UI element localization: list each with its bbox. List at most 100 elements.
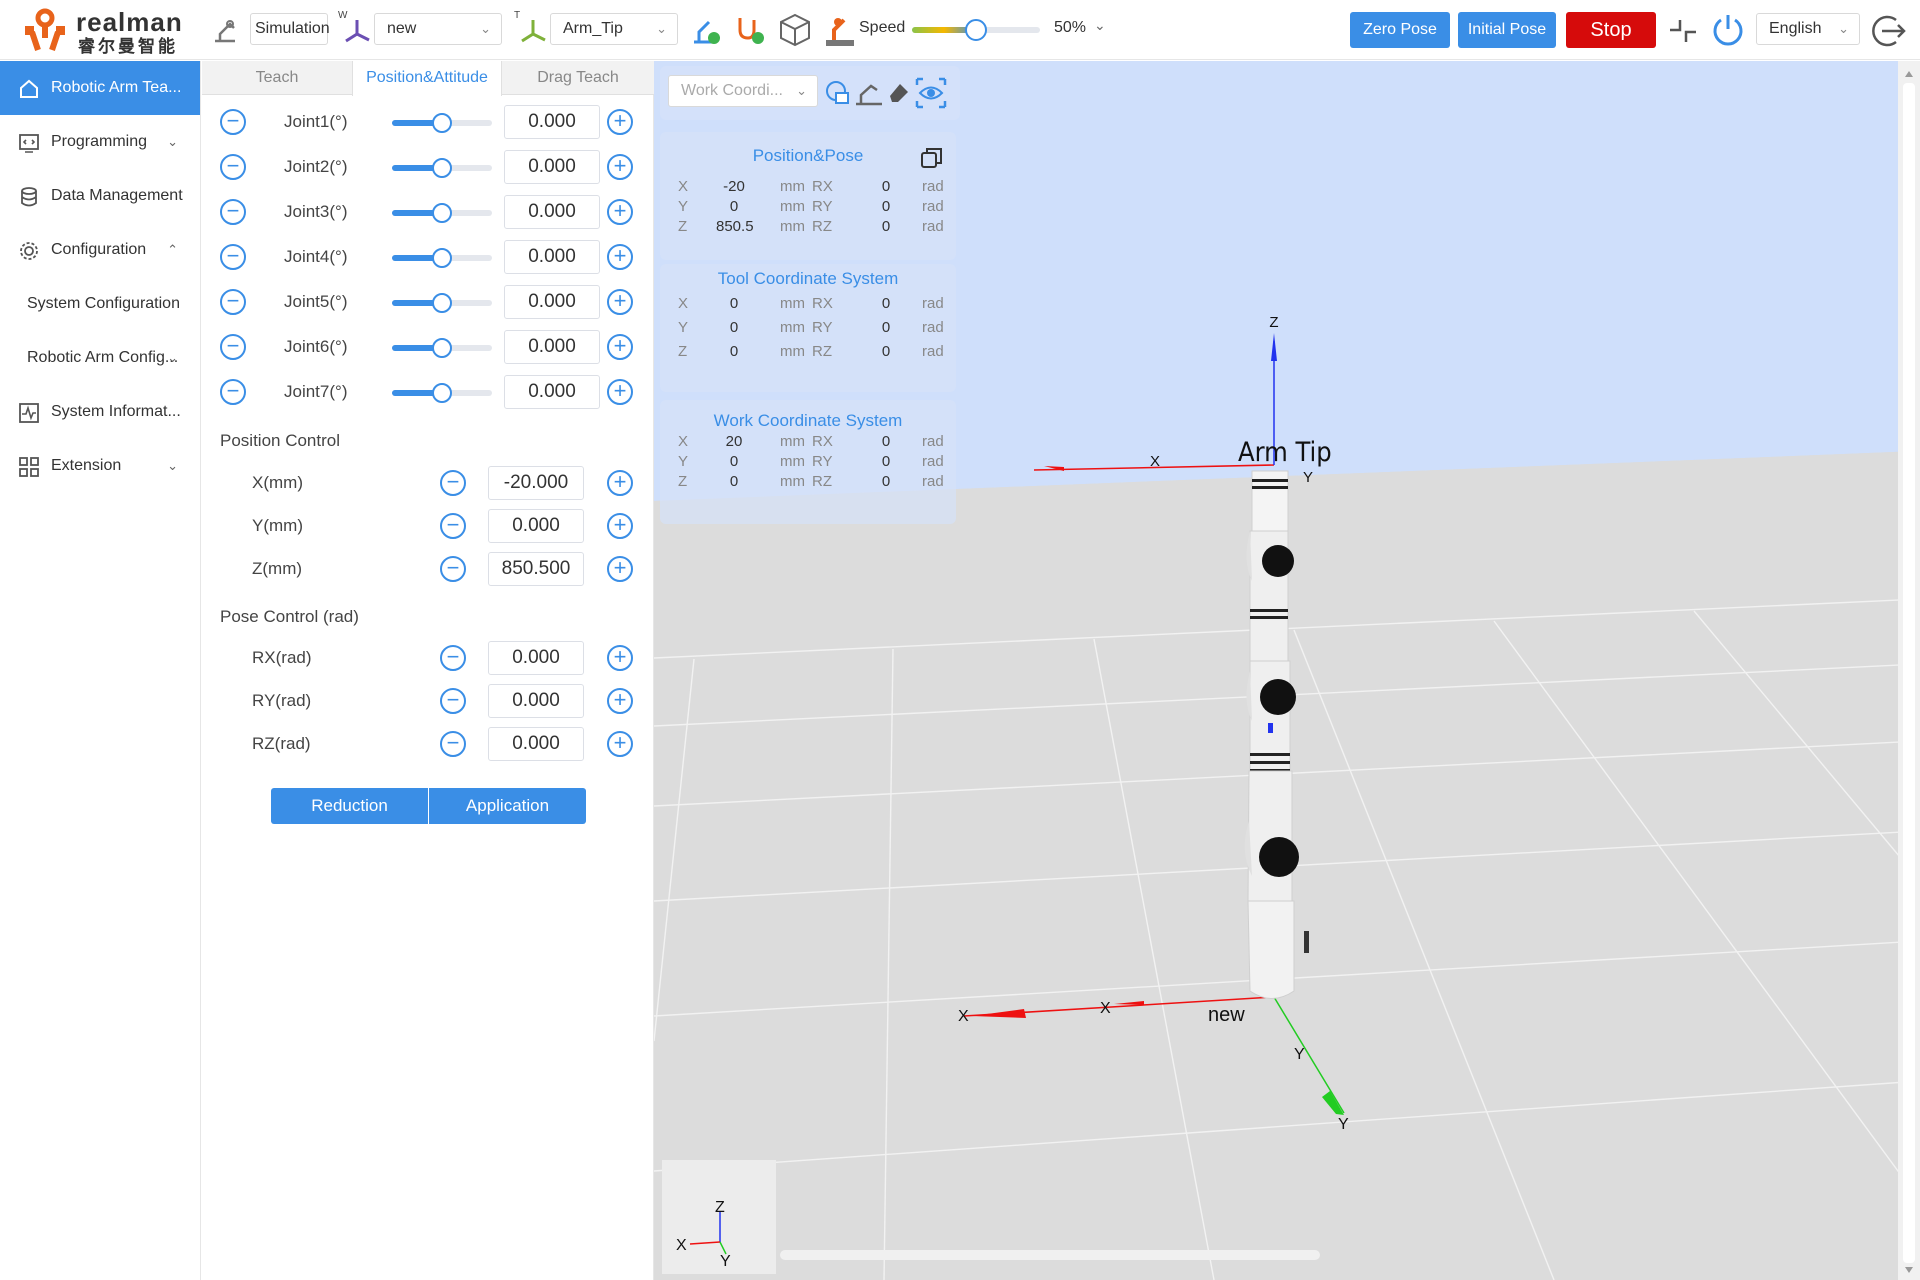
position-decrement-button[interactable]: − xyxy=(440,513,466,539)
cube-icon[interactable] xyxy=(778,12,812,48)
tab-teach[interactable]: Teach xyxy=(202,61,352,95)
joint-decrement-button[interactable]: − xyxy=(220,109,246,135)
reduction-button[interactable]: Reduction xyxy=(271,788,428,824)
joint-slider[interactable] xyxy=(392,383,492,403)
arm-view-icon[interactable] xyxy=(854,78,884,108)
stop-button[interactable]: Stop xyxy=(1566,12,1656,48)
viewport-horizontal-scrollbar[interactable] xyxy=(780,1250,1320,1260)
scroll-thumb[interactable] xyxy=(1903,83,1915,1263)
pose-increment-button[interactable]: + xyxy=(607,731,633,757)
joint-row: − Joint2(°) 0.000 + xyxy=(202,145,654,189)
pose-value-input[interactable]: 0.000 xyxy=(488,684,584,718)
position-value-input[interactable]: 850.500 xyxy=(488,552,584,586)
power-icon[interactable] xyxy=(1710,12,1746,48)
io-status-icon[interactable] xyxy=(734,14,766,46)
pose-increment-button[interactable]: + xyxy=(607,645,633,671)
joint-increment-button[interactable]: + xyxy=(607,109,633,135)
joint-value-input[interactable]: 0.000 xyxy=(504,195,600,229)
scroll-up-arrow-icon[interactable] xyxy=(1905,71,1913,77)
joint-decrement-button[interactable]: − xyxy=(220,334,246,360)
sidebar-item-extension[interactable]: Extension ⌄ xyxy=(0,439,200,493)
joint-increment-button[interactable]: + xyxy=(607,244,633,270)
collapse-icon[interactable] xyxy=(1668,16,1698,46)
joint-decrement-button[interactable]: − xyxy=(220,379,246,405)
pose-decrement-button[interactable]: − xyxy=(440,645,466,671)
copy-icon[interactable] xyxy=(920,146,944,170)
joint-increment-button[interactable]: + xyxy=(607,334,633,360)
view-toggle-icon[interactable] xyxy=(824,79,852,107)
sidebar-item-data-management[interactable]: Data Management xyxy=(0,169,200,223)
speed-slider[interactable] xyxy=(912,19,1040,41)
coordinate-system-select[interactable]: Work Coordi... ⌄ xyxy=(668,75,818,107)
joint-slider-handle[interactable] xyxy=(432,158,452,178)
joint-slider-handle[interactable] xyxy=(432,248,452,268)
tool-frame-select[interactable]: Arm_Tip ⌄ xyxy=(550,13,678,45)
joint-increment-button[interactable]: + xyxy=(607,199,633,225)
eraser-icon[interactable] xyxy=(886,80,912,106)
position-value-input[interactable]: 0.000 xyxy=(488,509,584,543)
sidebar-item-programming[interactable]: Programming ⌄ xyxy=(0,115,200,169)
joint-slider[interactable] xyxy=(392,113,492,133)
joint-value-input[interactable]: 0.000 xyxy=(504,375,600,409)
joint-slider[interactable] xyxy=(392,293,492,313)
joint-increment-button[interactable]: + xyxy=(607,379,633,405)
sidebar-item-configuration[interactable]: Configuration ⌃ xyxy=(0,223,200,277)
joint-increment-button[interactable]: + xyxy=(607,154,633,180)
tab-drag-teach[interactable]: Drag Teach xyxy=(502,61,654,95)
joint-decrement-button[interactable]: − xyxy=(220,289,246,315)
sidebar-subitem-system-configuration[interactable]: System Configuration xyxy=(0,277,200,331)
pose-value-input[interactable]: 0.000 xyxy=(488,727,584,761)
position-increment-button[interactable]: + xyxy=(607,513,633,539)
eye-icon[interactable] xyxy=(914,76,948,110)
pose-value-input[interactable]: 0.000 xyxy=(488,641,584,675)
position-increment-button[interactable]: + xyxy=(607,556,633,582)
sidebar-item-robotic-arm-teach[interactable]: Robotic Arm Tea... xyxy=(0,61,200,115)
position-increment-button[interactable]: + xyxy=(607,470,633,496)
joint-value-input[interactable]: 0.000 xyxy=(504,105,600,139)
joint-decrement-button[interactable]: − xyxy=(220,154,246,180)
joint-slider-handle[interactable] xyxy=(432,338,452,358)
joint-slider[interactable] xyxy=(392,158,492,178)
arm-status-icon[interactable] xyxy=(690,14,722,46)
joint-value-input[interactable]: 0.000 xyxy=(504,150,600,184)
pose-decrement-button[interactable]: − xyxy=(440,688,466,714)
robot-arm-icon[interactable] xyxy=(212,14,238,44)
joint-value-input[interactable]: 0.000 xyxy=(504,330,600,364)
speed-slider-handle[interactable] xyxy=(965,19,987,41)
joint-slider[interactable] xyxy=(392,203,492,223)
position-decrement-button[interactable]: − xyxy=(440,556,466,582)
tool-cs-rotation-axis-label: RY xyxy=(812,319,833,336)
joint-decrement-button[interactable]: − xyxy=(220,244,246,270)
joint-slider[interactable] xyxy=(392,248,492,268)
sidebar-item-system-information[interactable]: System Informat... xyxy=(0,385,200,439)
pose-decrement-button[interactable]: − xyxy=(440,731,466,757)
joint-slider-handle[interactable] xyxy=(432,383,452,403)
scroll-down-arrow-icon[interactable] xyxy=(1905,1267,1913,1273)
joint-slider-handle[interactable] xyxy=(432,293,452,313)
tab-position-attitude[interactable]: Position&Attitude xyxy=(352,61,502,96)
joint-label: Joint4(°) xyxy=(284,247,348,266)
joint-decrement-button[interactable]: − xyxy=(220,199,246,225)
joint-slider-handle[interactable] xyxy=(432,113,452,133)
work-frame-select[interactable]: new ⌄ xyxy=(374,13,502,45)
viewport-vertical-scrollbar[interactable] xyxy=(1898,61,1920,1280)
position-pose-rotation-unit: rad xyxy=(922,198,944,215)
application-button[interactable]: Application xyxy=(429,788,586,824)
position-decrement-button[interactable]: − xyxy=(440,470,466,496)
zero-pose-button[interactable]: Zero Pose xyxy=(1350,12,1450,48)
joint-value-input[interactable]: 0.000 xyxy=(504,240,600,274)
orientation-gizmo[interactable]: Z X Y xyxy=(662,1160,776,1274)
initial-pose-button[interactable]: Initial Pose xyxy=(1458,12,1556,48)
pose-increment-button[interactable]: + xyxy=(607,688,633,714)
work-cs-axis-label: Y xyxy=(678,453,689,470)
logout-icon[interactable] xyxy=(1870,12,1908,50)
joint-value-input[interactable]: 0.000 xyxy=(504,285,600,319)
joint-slider-handle[interactable] xyxy=(432,203,452,223)
speed-chevron-down-icon[interactable]: ⌄ xyxy=(1094,17,1106,34)
sidebar-subitem-robotic-arm-config[interactable]: Robotic Arm Config... ⌄ xyxy=(0,331,200,385)
position-value-input[interactable]: -20.000 xyxy=(488,466,584,500)
language-select[interactable]: English ⌄ xyxy=(1756,13,1860,45)
joint-increment-button[interactable]: + xyxy=(607,289,633,315)
mode-indicator[interactable]: Simulation xyxy=(250,13,330,45)
joint-slider[interactable] xyxy=(392,338,492,358)
